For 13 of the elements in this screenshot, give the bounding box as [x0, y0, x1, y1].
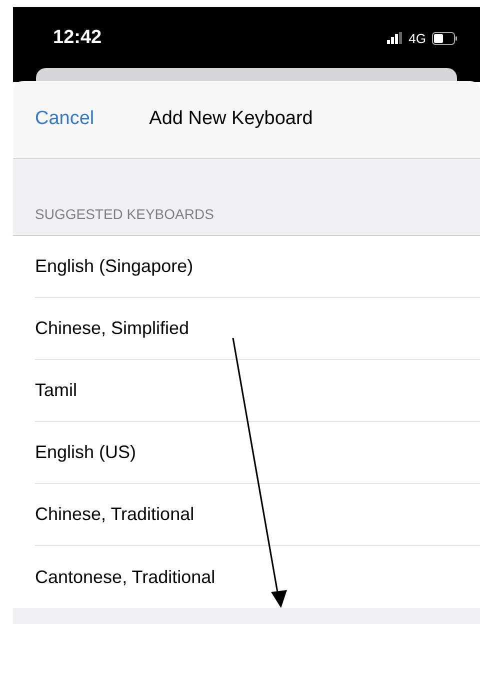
keyboard-label: Tamil — [35, 379, 78, 402]
status-time: 12:42 — [53, 26, 102, 50]
sheet-title: Add New Keyboard — [149, 107, 313, 132]
network-label: 4G — [408, 30, 426, 48]
keyboard-label: English (Singapore) — [35, 255, 194, 278]
cancel-button[interactable]: Cancel — [35, 105, 94, 134]
keyboard-label: English (US) — [35, 441, 136, 464]
keyboard-label: Cantonese, Traditional — [35, 566, 216, 588]
signal-icon — [386, 32, 403, 44]
section-header: SUGGESTED KEYBOARDS — [35, 205, 214, 224]
keyboard-label: Chinese, Simplified — [35, 317, 190, 340]
battery-icon — [432, 32, 458, 45]
keyboard-label: Chinese, Traditional — [35, 503, 194, 526]
